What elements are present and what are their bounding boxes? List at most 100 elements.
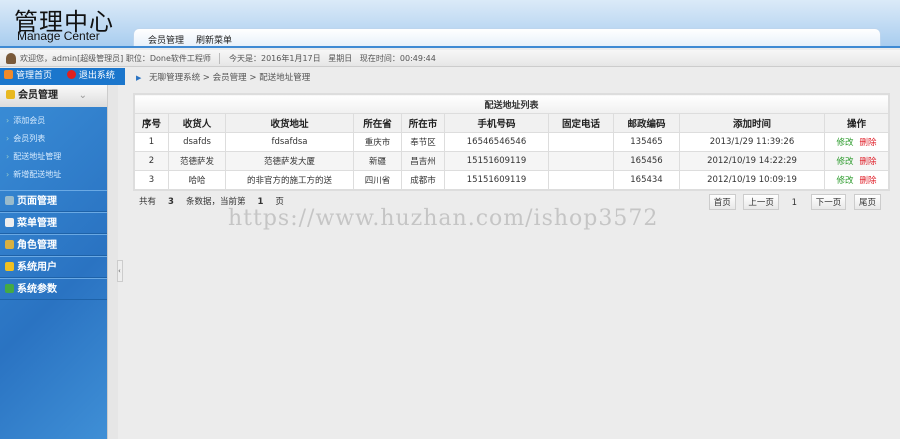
group-label: 角色管理 xyxy=(17,240,57,251)
last-page-button[interactable]: 尾页 xyxy=(853,194,881,210)
delete-link[interactable]: 删除 xyxy=(860,157,877,167)
table-cell: 3 xyxy=(134,170,169,190)
table-cell: 重庆市 xyxy=(353,132,402,152)
table-cell: 奉节区 xyxy=(401,132,445,152)
first-page-button[interactable]: 首页 xyxy=(708,194,736,210)
nav-refresh-menu[interactable]: 刷新菜单 xyxy=(196,33,232,46)
header: 管理中心 Manage Center 会员管理 刷新菜单 xyxy=(0,0,900,48)
sidebar-submenu: 添加会员 会员列表 配送地址管理 新增配送地址 xyxy=(0,107,107,190)
edit-link[interactable]: 修改 xyxy=(836,176,853,186)
column-header: 手机号码 xyxy=(444,113,549,133)
summary-prefix: 共有 xyxy=(139,197,157,207)
table-cell: 15151609119 xyxy=(444,151,549,171)
edit-link[interactable]: 修改 xyxy=(836,157,853,167)
table-cell: 哈哈 xyxy=(168,170,226,190)
sidebar: 管理首页 退出系统 会员管理 ⌄ 添加会员 会员列表 配送地址管理 新增配送地址… xyxy=(0,68,125,439)
breadcrumb-item[interactable]: 无聊管理系统 xyxy=(149,73,200,83)
table-cell: 四川省 xyxy=(353,170,402,190)
table-row: 2 范德萨发 范德萨发大厦 新疆 昌吉州 15151609119 165456 2012/10… xyxy=(134,151,889,171)
address-table: 配送地址列表 序号 收货人 收货地址 所在省 所在市 手机号码 固定电话 邮政编码 添加时间 操作… xyxy=(134,94,889,190)
sidebar-group-roles[interactable]: 角色管理 xyxy=(0,234,107,256)
weekday-text: 星期日 xyxy=(328,54,353,63)
member-icon xyxy=(6,90,15,99)
table-cell: 165434 xyxy=(613,170,680,190)
group-label: 会员管理 xyxy=(18,90,58,101)
table-cell: 2012/10/19 14:22:29 xyxy=(679,151,825,171)
actions-cell: 修改 删除 xyxy=(824,170,889,190)
group-label: 菜单管理 xyxy=(17,218,57,229)
column-header: 固定电话 xyxy=(548,113,614,133)
table-row: 1 dsafds fdsafdsa 重庆市 奉节区 16546546546 135465 20… xyxy=(134,132,889,152)
table-cell: 15151609119 xyxy=(444,170,549,190)
table-cell xyxy=(548,151,614,171)
sidebar-item-add-member[interactable]: 添加会员 xyxy=(6,112,107,130)
sidebar-group-member[interactable]: 会员管理 ⌄ xyxy=(0,85,107,107)
watermark: https://www.huzhan.com/ishop3572 xyxy=(228,206,659,231)
column-header: 序号 xyxy=(134,113,169,133)
table-cell: 1 xyxy=(134,132,169,152)
triangle-icon: ▶ xyxy=(136,74,142,82)
table-cell: 2013/1/29 11:39:26 xyxy=(679,132,825,152)
sidebar-item-add-address[interactable]: 新增配送地址 xyxy=(6,166,107,184)
delete-link[interactable]: 删除 xyxy=(860,176,877,186)
user-icon xyxy=(6,53,16,64)
edit-link[interactable]: 修改 xyxy=(836,138,853,148)
pagination: 首页 上一页 1 下一页 尾页 xyxy=(704,194,881,210)
sidebar-group-pages[interactable]: 页面管理 xyxy=(0,190,107,212)
table-title: 配送地址列表 xyxy=(134,94,889,114)
info-bar: 欢迎您，admin[超级管理员] 职位：Done软件工程师 今天是：2016年1… xyxy=(0,50,900,67)
breadcrumb-item[interactable]: 会员管理 xyxy=(213,73,247,83)
table-cell: 2012/10/19 10:09:19 xyxy=(679,170,825,190)
column-header: 收货地址 xyxy=(225,113,354,133)
group-label: 系统用户 xyxy=(17,262,57,273)
logout-label: 退出系统 xyxy=(78,71,115,81)
time-text: 现在时间：00:49:44 xyxy=(359,54,436,63)
table-cell: 范德萨发大厦 xyxy=(225,151,354,171)
actions-cell: 修改 删除 xyxy=(824,132,889,152)
sidebar-group-menus[interactable]: 菜单管理 xyxy=(0,212,107,234)
table-cell: 范德萨发 xyxy=(168,151,226,171)
column-header: 所在市 xyxy=(401,113,445,133)
table-cell: 新疆 xyxy=(353,151,402,171)
home-button[interactable]: 管理首页 xyxy=(4,70,58,81)
document-icon xyxy=(5,218,14,227)
table-cell xyxy=(548,170,614,190)
close-icon xyxy=(66,70,76,79)
welcome-text: 欢迎您，admin[超级管理员] 职位：Done软件工程师 xyxy=(20,54,211,63)
chevron-down-icon: ⌄ xyxy=(78,90,87,101)
prev-page-button[interactable]: 上一页 xyxy=(743,194,779,210)
sidebar-group-users[interactable]: 系统用户 xyxy=(0,256,107,278)
record-count: 3 xyxy=(168,197,174,207)
table-cell: 昌吉州 xyxy=(401,151,445,171)
table-cell: fdsafdsa xyxy=(225,132,354,152)
sidebar-item-address-management[interactable]: 配送地址管理 xyxy=(6,148,107,166)
breadcrumb-item: 配送地址管理 xyxy=(259,73,311,83)
table-cell: dsafds xyxy=(168,132,226,152)
table-row: 3 哈哈 的非官方的施工方的送 四川省 成都市 15151609119 165434 2012… xyxy=(134,170,889,190)
sidebar-group-params[interactable]: 系统参数 xyxy=(0,278,107,300)
breadcrumb: ▶ 无聊管理系统 > 会员管理 > 配送地址管理 xyxy=(136,73,311,83)
sidebar-item-member-list[interactable]: 会员列表 xyxy=(6,130,107,148)
table-cell: 165456 xyxy=(613,151,680,171)
actions-cell: 修改 删除 xyxy=(824,151,889,171)
table-cell: 的非官方的施工方的送 xyxy=(225,170,354,190)
column-header: 收货人 xyxy=(168,113,226,133)
home-label: 管理首页 xyxy=(16,71,53,81)
nav-member-management[interactable]: 会员管理 xyxy=(148,33,184,46)
group-label: 页面管理 xyxy=(17,196,57,207)
list-icon xyxy=(5,196,14,205)
table-cell xyxy=(548,132,614,152)
delete-link[interactable]: 删除 xyxy=(860,138,877,148)
collapse-sidebar-button[interactable]: ‹ xyxy=(117,260,123,282)
logout-button[interactable]: 退出系统 xyxy=(66,70,121,81)
settings-icon xyxy=(5,284,14,293)
next-page-button[interactable]: 下一页 xyxy=(810,194,847,210)
table-cell: 135465 xyxy=(613,132,680,152)
table-cell: 成都市 xyxy=(401,170,445,190)
column-header: 操作 xyxy=(824,113,889,133)
group-label: 系统参数 xyxy=(17,284,57,295)
address-table-panel: 配送地址列表 序号 收货人 收货地址 所在省 所在市 手机号码 固定电话 邮政编码 添加时间 操作… xyxy=(133,93,890,191)
sidebar-top-buttons: 管理首页 退出系统 xyxy=(0,68,125,85)
home-icon xyxy=(4,70,13,79)
column-header: 所在省 xyxy=(353,113,402,133)
